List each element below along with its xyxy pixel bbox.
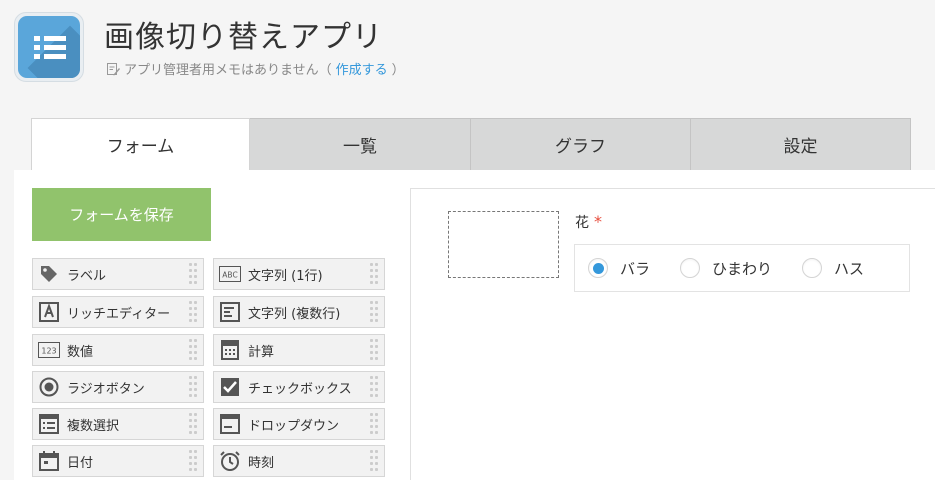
panel-top-strip (410, 170, 935, 188)
drag-handle-icon (189, 263, 199, 285)
multi-select-icon (38, 413, 60, 435)
memo-text: アプリ管理者用メモはありません（ (124, 63, 332, 78)
rich-editor-icon (38, 301, 60, 323)
tab-graph[interactable]: グラフ (471, 118, 691, 170)
edit-note-icon (107, 62, 120, 75)
drag-handle-icon (370, 301, 380, 323)
clock-icon (219, 450, 241, 472)
palette-item-text: ラベル (67, 268, 107, 284)
palette-item-time[interactable]: 時刻 (213, 445, 385, 477)
calculator-icon (219, 339, 241, 361)
palette-item-text: リッチエディター (67, 306, 171, 322)
radio-option-label: ひまわり (712, 259, 773, 278)
tab-form[interactable]: フォーム (31, 118, 250, 170)
required-mark: * (594, 212, 602, 231)
tab-list[interactable]: 一覧 (250, 118, 471, 170)
palette-item-text-single[interactable]: ABC 文字列 (1行) (213, 258, 385, 290)
palette-item-text: 数値 (67, 344, 94, 360)
drag-handle-icon (370, 376, 380, 398)
field-label-text: 花 (575, 215, 589, 231)
palette-item-calculation[interactable]: 計算 (213, 334, 385, 366)
palette-item-text: 複数選択 (67, 418, 120, 434)
memo-close-paren: ） (391, 63, 405, 78)
radio-option-rose[interactable]: バラ (588, 258, 650, 279)
save-form-button[interactable]: フォームを保存 (32, 188, 211, 241)
drag-handle-icon (189, 450, 199, 472)
field-label: 花 * (575, 212, 602, 232)
drag-handle-icon (370, 263, 380, 285)
palette-item-multi-select[interactable]: 複数選択 (32, 408, 204, 440)
dropdown-icon (219, 413, 241, 435)
palette-item-label[interactable]: ラベル (32, 258, 204, 290)
palette-item-text: 計算 (248, 344, 275, 360)
palette-item-dropdown[interactable]: ドロップダウン (213, 408, 385, 440)
radio-option-label: ハス (834, 259, 865, 278)
svg-text:123: 123 (41, 347, 56, 356)
radio-icon (38, 376, 60, 398)
palette-item-text: ラジオボタン (67, 381, 145, 397)
palette-item-text: ドロップダウン (248, 418, 340, 434)
drag-handle-icon (189, 376, 199, 398)
calendar-icon (38, 450, 60, 472)
drag-handle-icon (189, 413, 199, 435)
radio-option-label: バラ (620, 259, 651, 278)
checkbox-icon (219, 376, 241, 398)
radio-option-sunflower[interactable]: ひまわり (680, 258, 772, 279)
text-multi-icon (219, 301, 241, 323)
palette-item-text: 時刻 (248, 455, 275, 471)
radio-unselected-icon[interactable] (802, 258, 823, 278)
palette-item-text: チェックボックス (248, 381, 352, 397)
palette-item-date[interactable]: 日付 (32, 445, 204, 477)
palette-item-text: 日付 (67, 455, 94, 471)
palette-item-text: 文字列 (複数行) (248, 306, 341, 322)
radio-option-lotus[interactable]: ハス (802, 258, 864, 279)
tag-icon (38, 263, 60, 285)
create-memo-link[interactable]: 作成する (336, 59, 388, 78)
palette-item-text: 文字列 (1行) (248, 268, 323, 284)
blank-space-field[interactable] (448, 211, 559, 278)
palette-item-number[interactable]: 123 数値 (32, 334, 204, 366)
number-icon: 123 (38, 339, 60, 361)
drag-handle-icon (189, 339, 199, 361)
tab-settings[interactable]: 設定 (691, 118, 911, 170)
drag-handle-icon (370, 413, 380, 435)
palette-item-checkbox[interactable]: チェックボックス (213, 371, 385, 403)
settings-tabs: フォーム 一覧 グラフ 設定 (31, 118, 911, 170)
palette-item-rich-editor[interactable]: リッチエディター (32, 296, 204, 328)
app-memo: アプリ管理者用メモはありません（ 作成する） (106, 59, 405, 78)
drag-handle-icon (370, 450, 380, 472)
radio-unselected-icon[interactable] (680, 258, 701, 278)
app-icon (14, 12, 84, 82)
drag-handle-icon (370, 339, 380, 361)
list-icon (18, 16, 80, 78)
drag-handle-icon (189, 301, 199, 323)
svg-text:ABC: ABC (222, 271, 237, 280)
palette-item-radio[interactable]: ラジオボタン (32, 371, 204, 403)
text-single-icon: ABC (219, 263, 241, 285)
radio-button-field[interactable]: バラ ひまわり ハス (574, 244, 910, 292)
palette-item-text-multi[interactable]: 文字列 (複数行) (213, 296, 385, 328)
app-title: 画像切り替えアプリ (104, 20, 383, 55)
radio-selected-icon[interactable] (588, 258, 608, 278)
